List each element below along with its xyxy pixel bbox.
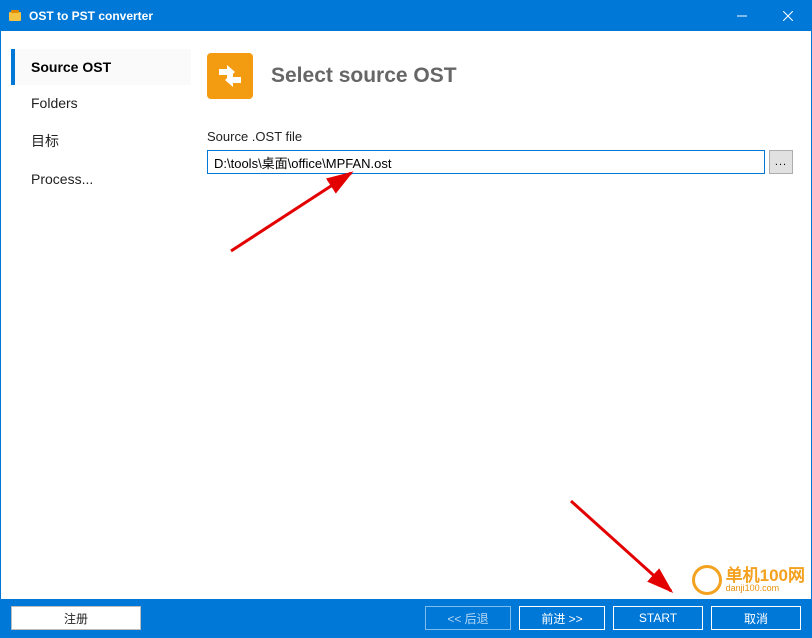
browse-button[interactable]: ... (769, 150, 793, 174)
sidebar: Source OST Folders 目标 Process... (11, 39, 191, 599)
source-file-label: Source .OST file (207, 129, 793, 144)
next-button[interactable]: 前进 >> (519, 606, 605, 630)
start-button[interactable]: START (613, 606, 703, 630)
watermark-icon (692, 565, 722, 595)
heading-row: Select source OST (207, 47, 793, 129)
body: Source OST Folders 目标 Process... Select … (1, 31, 811, 599)
sidebar-item-source-ost[interactable]: Source OST (11, 49, 191, 85)
sidebar-item-process[interactable]: Process... (11, 161, 191, 197)
sidebar-item-label: Folders (31, 95, 78, 111)
watermark-cn: 单机100网 (726, 567, 805, 584)
source-path-row: ... (207, 150, 793, 174)
main-panel: Select source OST Source .OST file ... (201, 39, 801, 599)
window-title: OST to PST converter (29, 9, 719, 23)
source-path-input[interactable] (207, 150, 765, 174)
sidebar-item-label: Source OST (31, 59, 111, 75)
cancel-button[interactable]: 取消 (711, 606, 801, 630)
close-button[interactable] (765, 1, 811, 31)
sidebar-item-folders[interactable]: Folders (11, 85, 191, 121)
register-button[interactable]: 注册 (11, 606, 141, 630)
page-heading: Select source OST (271, 64, 457, 88)
exchange-icon (207, 53, 253, 99)
sidebar-item-label: Process... (31, 171, 93, 187)
minimize-button[interactable] (719, 1, 765, 31)
back-button[interactable]: << 后退 (425, 606, 511, 630)
footer: 注册 << 后退 前进 >> START 取消 (1, 599, 811, 637)
watermark: 单机100网 danji100.com (692, 565, 805, 595)
sidebar-item-target[interactable]: 目标 (11, 121, 191, 161)
watermark-en: danji100.com (726, 584, 805, 593)
window-controls (719, 1, 811, 31)
app-icon (7, 8, 23, 24)
titlebar: OST to PST converter (1, 1, 811, 31)
sidebar-item-label: 目标 (31, 133, 59, 149)
